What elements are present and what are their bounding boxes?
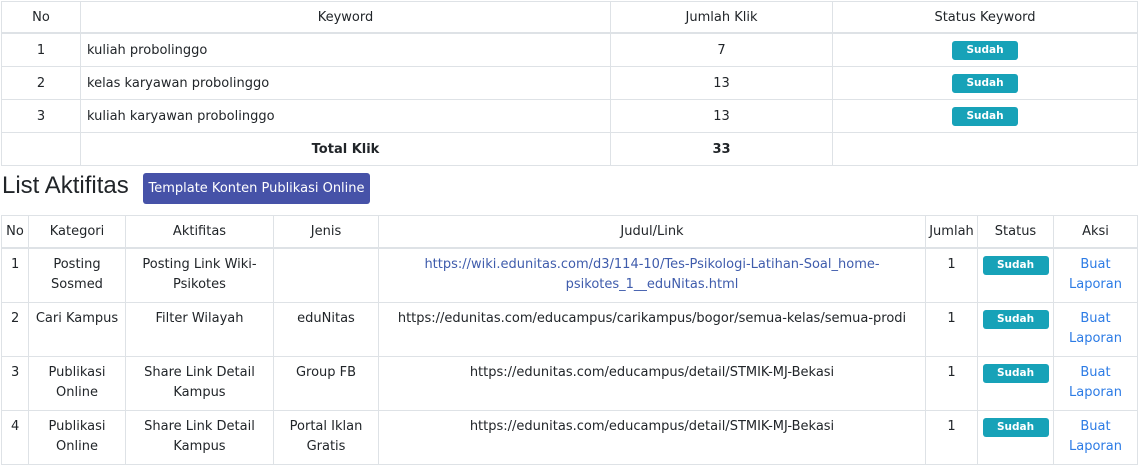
buat-laporan-link[interactable]: Buat Laporan bbox=[1069, 365, 1122, 400]
buat-laporan-link[interactable]: Buat Laporan bbox=[1069, 257, 1122, 292]
row-no: 3 bbox=[1, 99, 81, 133]
row-clicks: 13 bbox=[610, 99, 833, 133]
table-row: 3 Publikasi Online Share Link Detail Kam… bbox=[1, 356, 1138, 411]
status-badge: Sudah bbox=[952, 106, 1018, 126]
status-badge: Sudah bbox=[982, 310, 1049, 329]
row-no: 2 bbox=[1, 66, 81, 100]
row-kategori: Publikasi Online bbox=[28, 410, 126, 465]
buat-laporan-link[interactable]: Buat Laporan bbox=[1069, 311, 1122, 346]
row-jenis: Portal Iklan Gratis bbox=[273, 410, 379, 465]
row-kategori: Posting Sosmed bbox=[28, 247, 126, 303]
row-keyword: kuliah karyawan probolinggo bbox=[80, 99, 611, 133]
row-status-cell: Sudah bbox=[977, 410, 1054, 465]
row-link: https://edunitas.com/educampus/detail/ST… bbox=[378, 356, 926, 411]
row-clicks: 7 bbox=[610, 32, 833, 67]
table-row: 1 kuliah probolinggo 7 Sudah bbox=[1, 32, 1138, 67]
row-no: 1 bbox=[1, 247, 29, 303]
row-status-cell: Sudah bbox=[977, 356, 1054, 411]
template-konten-button[interactable]: Template Konten Publikasi Online bbox=[143, 173, 370, 204]
row-kategori: Cari Kampus bbox=[28, 302, 126, 357]
table-row: 1 Posting Sosmed Posting Link Wiki-Psiko… bbox=[1, 247, 1138, 303]
header-kategori: Kategori bbox=[28, 215, 126, 249]
status-badge: Sudah bbox=[982, 364, 1049, 383]
header-status: Status bbox=[977, 215, 1054, 249]
status-badge: Sudah bbox=[952, 73, 1018, 93]
table-row: 3 kuliah karyawan probolinggo 13 Sudah bbox=[1, 99, 1138, 133]
row-status-cell: Sudah bbox=[832, 66, 1138, 100]
table-row: 2 Cari Kampus Filter Wilayah eduNitas ht… bbox=[1, 302, 1138, 357]
header-aktifitas: Aktifitas bbox=[125, 215, 274, 249]
row-no: 4 bbox=[1, 410, 29, 465]
row-status-cell: Sudah bbox=[977, 247, 1054, 303]
row-aksi-cell: Buat Laporan bbox=[1053, 410, 1138, 465]
header-keyword: Keyword bbox=[80, 1, 611, 34]
status-badge: Sudah bbox=[982, 256, 1049, 275]
row-link[interactable]: https://wiki.edunitas.com/d3/114-10/Tes-… bbox=[378, 247, 926, 303]
header-judul-link: Judul/Link bbox=[378, 215, 926, 249]
table-row: 2 kelas karyawan probolinggo 13 Sudah bbox=[1, 66, 1138, 100]
row-jumlah: 1 bbox=[925, 410, 978, 465]
status-badge: Sudah bbox=[982, 418, 1049, 437]
row-no: 2 bbox=[1, 302, 29, 357]
row-status-cell: Sudah bbox=[977, 302, 1054, 357]
row-aktifitas: Posting Link Wiki-Psikotes bbox=[125, 247, 274, 303]
row-jumlah: 1 bbox=[925, 247, 978, 303]
row-aksi-cell: Buat Laporan bbox=[1053, 247, 1138, 303]
header-jenis: Jenis bbox=[273, 215, 379, 249]
activity-table: No Kategori Aktifitas Jenis Judul/Link J… bbox=[1, 215, 1138, 465]
row-link: https://edunitas.com/educampus/carikampu… bbox=[378, 302, 926, 357]
row-jumlah: 1 bbox=[925, 302, 978, 357]
status-badge: Sudah bbox=[952, 40, 1018, 60]
row-aksi-cell: Buat Laporan bbox=[1053, 302, 1138, 357]
row-keyword: kelas karyawan probolinggo bbox=[80, 66, 611, 100]
row-jenis: Group FB bbox=[273, 356, 379, 411]
row-aktifitas: Share Link Detail Kampus bbox=[125, 410, 274, 465]
header-aksi: Aksi bbox=[1053, 215, 1138, 249]
header-no: No bbox=[1, 1, 81, 34]
total-value: 33 bbox=[610, 132, 833, 166]
row-status-cell: Sudah bbox=[832, 32, 1138, 67]
row-jumlah: 1 bbox=[925, 356, 978, 411]
header-no: No bbox=[1, 215, 29, 249]
row-aktifitas: Share Link Detail Kampus bbox=[125, 356, 274, 411]
total-empty-cell bbox=[1, 132, 81, 166]
row-jenis bbox=[273, 247, 379, 303]
row-aksi-cell: Buat Laporan bbox=[1053, 356, 1138, 411]
list-aktifitas-title: List Aktifitas bbox=[2, 172, 129, 199]
row-clicks: 13 bbox=[610, 66, 833, 100]
header-jumlah: Jumlah bbox=[925, 215, 978, 249]
row-keyword: kuliah probolinggo bbox=[80, 32, 611, 67]
row-aktifitas: Filter Wilayah bbox=[125, 302, 274, 357]
buat-laporan-link[interactable]: Buat Laporan bbox=[1069, 419, 1122, 454]
activity-table-header: No Kategori Aktifitas Jenis Judul/Link J… bbox=[1, 215, 1138, 249]
row-status-cell: Sudah bbox=[832, 99, 1138, 133]
row-no: 3 bbox=[1, 356, 29, 411]
total-label: Total Klik bbox=[80, 132, 611, 166]
header-jumlah-klik: Jumlah Klik bbox=[610, 1, 833, 34]
row-jenis: eduNitas bbox=[273, 302, 379, 357]
total-row: Total Klik 33 bbox=[1, 132, 1138, 166]
header-status-keyword: Status Keyword bbox=[832, 1, 1138, 34]
total-status-empty bbox=[832, 132, 1138, 166]
row-no: 1 bbox=[1, 32, 81, 67]
keyword-table-header: No Keyword Jumlah Klik Status Keyword bbox=[1, 1, 1138, 34]
row-kategori: Publikasi Online bbox=[28, 356, 126, 411]
table-row: 4 Publikasi Online Share Link Detail Kam… bbox=[1, 410, 1138, 465]
keyword-table: No Keyword Jumlah Klik Status Keyword 1 … bbox=[1, 1, 1138, 166]
row-link: https://edunitas.com/educampus/detail/ST… bbox=[378, 410, 926, 465]
